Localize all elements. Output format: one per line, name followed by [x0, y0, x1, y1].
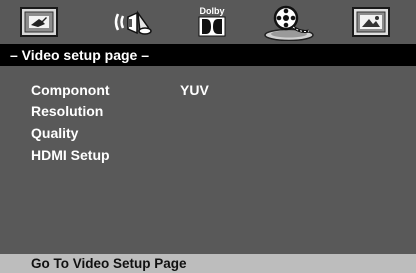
menu-item-component[interactable]: Componont: [31, 81, 110, 99]
component-value[interactable]: YUV: [180, 81, 209, 99]
tab-audio-setup[interactable]: [112, 5, 156, 39]
preference-setup-icon: [352, 7, 390, 37]
tab-preference-setup[interactable]: [349, 5, 393, 39]
menu-item-hdmi-setup[interactable]: HDMI Setup: [31, 146, 110, 164]
video-setup-menu: Componont YUV Resolution Quality HDMI Se…: [0, 66, 416, 254]
menu-item-resolution[interactable]: Resolution: [31, 102, 103, 120]
general-setup-icon: [20, 7, 58, 37]
menu-item-quality[interactable]: Quality: [31, 124, 78, 142]
dolby-digital-setup-icon: Dolby: [198, 6, 226, 37]
tab-video-setup[interactable]: [263, 3, 315, 41]
audio-setup-icon: [114, 10, 152, 35]
setup-tab-bar: Dolby: [0, 0, 416, 44]
tab-dolby-setup[interactable]: Dolby: [190, 5, 234, 39]
setup-menu-screen: Dolby – Video setup page – Componont YUV…: [0, 0, 416, 273]
page-title: – Video setup page –: [10, 47, 150, 63]
status-bar: Go To Video Setup Page: [0, 254, 416, 273]
tab-general-setup[interactable]: [17, 5, 61, 39]
dolby-label: Dolby: [199, 6, 224, 16]
status-text: Go To Video Setup Page: [31, 256, 187, 271]
page-title-bar: – Video setup page –: [0, 44, 416, 66]
video-setup-icon: [264, 5, 314, 41]
